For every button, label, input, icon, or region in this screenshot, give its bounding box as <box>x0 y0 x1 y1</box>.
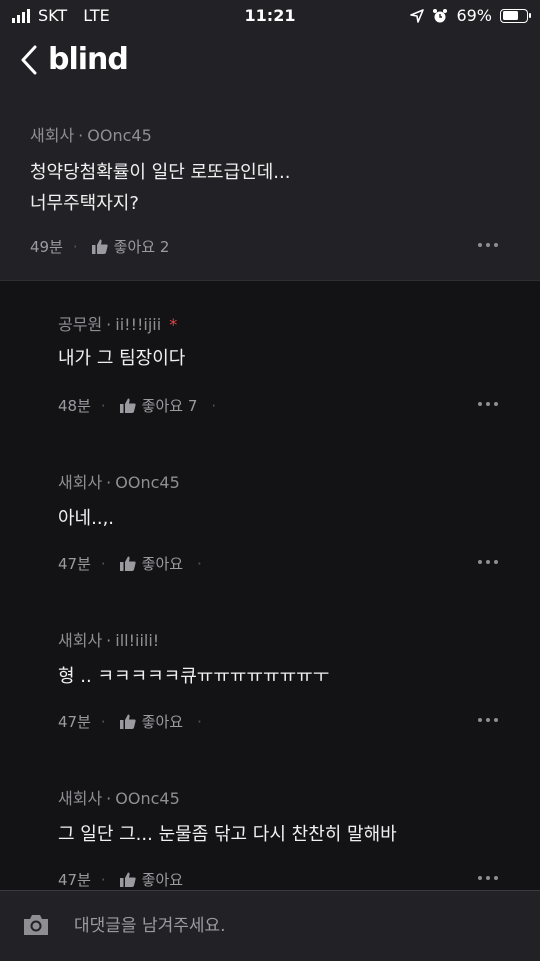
reply-text: 형 .. ㅋㅋㅋㅋㅋ큐ㅠㅠㅠㅠㅠㅠㅠㅜ <box>58 666 330 687</box>
reply-text: 그 일단 그... 눈물좀 닦고 다시 찬찬히 말해바 <box>58 824 397 845</box>
meta-separator: · <box>106 789 112 808</box>
nickname[interactable]: OOnc45 <box>115 473 179 492</box>
time-ago: 47분 <box>58 713 91 731</box>
like-button[interactable]: 좋아요 <box>119 553 184 574</box>
meta-separator: · <box>106 315 112 334</box>
alarm-icon <box>433 8 448 22</box>
blind-logo: blind <box>48 42 129 77</box>
reply-item: 새회사 · OOnc45 그 일단 그... 눈물좀 닦고 다시 찬찬히 말해바 4… <box>30 755 540 889</box>
comment-actions: 49분 · 좋아요 2 <box>30 236 170 257</box>
more-options-icon[interactable] <box>478 240 504 250</box>
company-name: 새회사 <box>58 631 103 650</box>
reply-meta: 새회사 · OOnc45 <box>58 469 180 493</box>
like-label: 좋아요 <box>141 871 184 889</box>
company-name: 새회사 <box>58 789 103 808</box>
reply-actions: 47분 · 좋아요 <box>58 869 184 890</box>
company-name: 공무원 <box>58 315 103 334</box>
reply-meta: 공무원 · ii!!!ijii * <box>58 311 177 335</box>
thumbs-up-icon <box>119 714 136 729</box>
more-options-icon[interactable] <box>478 873 504 883</box>
battery-fill <box>502 11 518 20</box>
meta-separator: · <box>106 473 112 492</box>
battery-percent: 69% <box>456 6 492 25</box>
company-name: 새회사 <box>58 473 103 492</box>
nickname[interactable]: OOnc45 <box>87 126 151 145</box>
meta-separator: · <box>106 631 112 650</box>
thumbs-up-icon <box>119 556 136 571</box>
thumbs-up-icon <box>119 872 136 887</box>
reply-input-bar <box>0 890 540 961</box>
like-button[interactable]: 좋아요 7 <box>119 395 198 416</box>
comment-text: 청약당첨확률이 일단 로또급인데... 너무주택자지? <box>30 162 291 214</box>
nickname[interactable]: ill!iili! <box>115 631 159 650</box>
time-ago: 47분 <box>58 871 91 889</box>
reply-meta: 새회사 · OOnc45 <box>58 785 180 809</box>
comment-meta: 새회사 · OOnc45 <box>30 122 152 146</box>
reply-meta: 새회사 · ill!iili! <box>58 627 159 651</box>
time-ago: 48분 <box>58 397 91 415</box>
like-label: 좋아요 <box>141 555 184 573</box>
like-button[interactable]: 좋아요 2 <box>91 236 170 257</box>
reply-text: 내가 그 팀장이다 <box>58 348 186 369</box>
time-ago: 47분 <box>58 555 91 573</box>
author-badge: * <box>169 315 178 334</box>
nickname[interactable]: ii!!!ijii <box>115 315 161 334</box>
camera-icon[interactable] <box>22 913 50 937</box>
more-options-icon[interactable] <box>478 715 504 725</box>
back-chevron-icon[interactable] <box>18 44 40 76</box>
thumbs-up-icon <box>119 398 136 413</box>
status-bar: SKT LTE 11:21 69% <box>0 0 540 30</box>
nav-bar: blind <box>0 30 540 90</box>
like-label: 좋아요 7 <box>141 397 198 415</box>
reply-item: 새회사 · OOnc45 아네..,. 47분 · 좋아요 · <box>30 439 540 598</box>
location-arrow-icon <box>410 8 425 23</box>
like-button[interactable]: 좋아요 <box>119 869 184 890</box>
reply-actions: 48분 · 좋아요 7 · <box>58 395 217 416</box>
like-label: 좋아요 2 <box>113 238 170 256</box>
more-options-icon[interactable] <box>478 557 504 567</box>
reply-item: 새회사 · ill!iili! 형 .. ㅋㅋㅋㅋㅋ큐ㅠㅠㅠㅠㅠㅠㅠㅜ 47분 · … <box>30 597 540 756</box>
meta-separator: · <box>78 126 84 145</box>
reply-item: 공무원 · ii!!!ijii * 내가 그 팀장이다 48분 · 좋아요 7 · <box>30 281 540 440</box>
thumbs-up-icon <box>91 239 108 254</box>
more-options-icon[interactable] <box>478 399 504 409</box>
battery-icon <box>500 8 531 23</box>
reply-actions: 47분 · 좋아요 · <box>58 553 202 574</box>
main-comment: 새회사 · OOnc45 청약당첨확률이 일단 로또급인데... 너무주택자지? 4… <box>0 90 540 281</box>
like-button[interactable]: 좋아요 <box>119 711 184 732</box>
company-name: 새회사 <box>30 126 75 145</box>
reply-text: 아네..,. <box>58 508 115 529</box>
reply-input[interactable] <box>72 909 516 943</box>
like-label: 좋아요 <box>141 713 184 731</box>
reply-actions: 47분 · 좋아요 · <box>58 711 202 732</box>
time-ago: 49분 <box>30 238 63 256</box>
nickname[interactable]: OOnc45 <box>115 789 179 808</box>
